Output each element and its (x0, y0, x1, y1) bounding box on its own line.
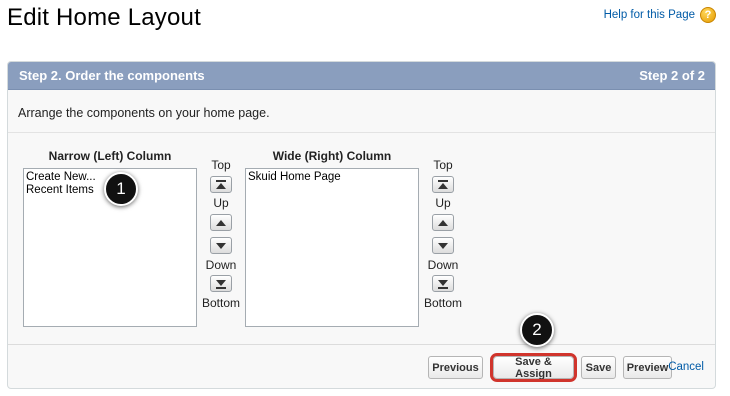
list-item[interactable]: Skuid Home Page (248, 171, 416, 184)
step-counter: Step 2 of 2 (639, 68, 705, 83)
panel-header: Step 2. Order the components Step 2 of 2 (8, 62, 715, 90)
help-link[interactable]: Help for this Page ? (604, 7, 716, 23)
order-components-panel: Step 2. Order the components Step 2 of 2… (7, 61, 716, 389)
down-arrow-icon (438, 242, 448, 249)
wide-move-up-button[interactable] (432, 214, 454, 231)
section-divider (8, 132, 715, 133)
callout-marker-1: 1 (104, 172, 138, 206)
instructions-text: Arrange the components on your home page… (18, 106, 270, 120)
wide-column-listbox[interactable]: Skuid Home Page (245, 168, 419, 327)
previous-button[interactable]: Previous (428, 356, 483, 379)
narrow-move-bottom-button[interactable] (210, 275, 232, 292)
move-top-icon (216, 179, 226, 189)
help-link-label: Help for this Page (603, 9, 695, 21)
wide-move-down-button[interactable] (432, 237, 454, 254)
move-bottom-icon (216, 279, 226, 289)
wide-move-bottom-button[interactable] (432, 275, 454, 292)
move-bottom-icon (438, 279, 448, 289)
wide-top-label: Top (433, 158, 453, 172)
up-arrow-icon (216, 219, 226, 226)
narrow-down-label: Down (205, 258, 237, 272)
narrow-top-label: Top (211, 158, 231, 172)
narrow-bottom-label: Bottom (201, 296, 240, 310)
move-top-icon (438, 179, 448, 189)
wide-move-top-button[interactable] (432, 176, 454, 193)
page-title: Edit Home Layout (7, 4, 201, 31)
step-title: Step 2. Order the components (19, 68, 205, 83)
wide-down-label: Down (427, 258, 459, 272)
wide-up-label: Up (435, 196, 451, 210)
wide-bottom-label: Bottom (423, 296, 462, 310)
cancel-link[interactable]: Cancel (668, 361, 704, 373)
wide-column-label: Wide (Right) Column (272, 149, 392, 163)
up-arrow-icon (438, 219, 448, 226)
save-and-assign-button[interactable]: Save & Assign (490, 353, 577, 382)
callout-marker-2: 2 (520, 313, 554, 347)
down-arrow-icon (216, 242, 226, 249)
preview-button[interactable]: Preview (623, 356, 672, 379)
save-button[interactable]: Save (581, 356, 616, 379)
narrow-up-label: Up (213, 196, 229, 210)
narrow-move-down-button[interactable] (210, 237, 232, 254)
footer-divider (8, 344, 715, 345)
narrow-move-up-button[interactable] (210, 214, 232, 231)
narrow-move-top-button[interactable] (210, 176, 232, 193)
narrow-column-label: Narrow (Left) Column (48, 149, 172, 163)
help-icon: ? (700, 7, 716, 23)
